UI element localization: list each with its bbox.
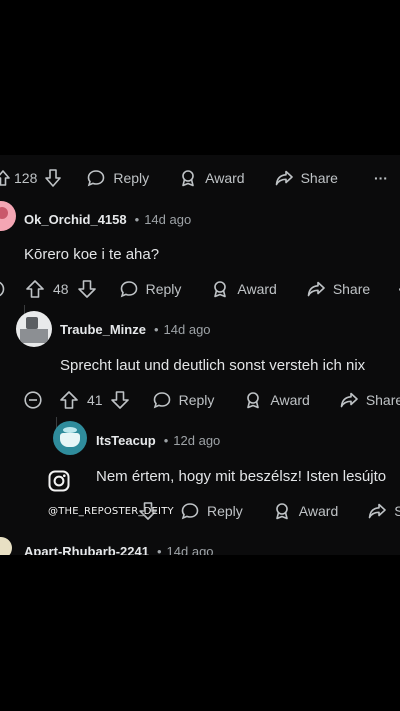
comment-actions: 48 Reply Award Share ··· <box>0 277 400 301</box>
dot-separator: • <box>153 321 159 337</box>
share-button[interactable]: Share <box>340 392 400 408</box>
watermark-handle: @THE_REPOSTER_DEITY <box>48 506 174 517</box>
award-label: Award <box>205 170 245 186</box>
comment-body: Sprecht laut und deutlich sonst versteh … <box>60 357 366 374</box>
upvote-button[interactable] <box>0 170 10 186</box>
collapse-icon <box>0 281 5 297</box>
comment-header: Apart-Rhubarb-2241 • 14d ago <box>24 539 214 556</box>
avatar[interactable] <box>53 421 87 455</box>
share-label: Share <box>365 392 400 408</box>
reply-button[interactable]: Reply <box>181 502 243 520</box>
award-button[interactable]: Award <box>211 280 277 298</box>
share-button[interactable]: Share <box>307 281 370 297</box>
award-button[interactable]: Award <box>273 502 338 520</box>
reply-button[interactable]: Reply <box>153 391 215 409</box>
award-button[interactable]: Award <box>179 169 245 187</box>
reply-button[interactable]: Reply <box>120 280 182 298</box>
comment-body: Nem értem, hogy mit beszélsz! Isten lesú… <box>96 468 387 485</box>
share-button[interactable]: S <box>368 503 400 519</box>
share-icon <box>307 281 325 297</box>
comment-body: Kōrero koe i te aha? <box>24 246 160 263</box>
award-icon <box>214 281 227 298</box>
avatar-figure <box>63 427 77 433</box>
award-icon <box>247 392 260 409</box>
username[interactable]: Traube_Minze <box>60 322 146 337</box>
avatar-figure <box>20 329 48 343</box>
downvote-icon <box>77 280 96 298</box>
award-label: Award <box>270 392 310 408</box>
collapse-button[interactable] <box>24 391 42 409</box>
upvote-button[interactable] <box>26 280 44 298</box>
collapse-icon <box>24 391 42 409</box>
downvote-icon <box>110 391 129 409</box>
comment-thread: 128 Reply Award Share ··· Ok_Orchid_4158… <box>0 155 400 555</box>
reply-button[interactable]: Reply <box>87 169 149 187</box>
score: 41 <box>87 392 103 408</box>
username[interactable]: ItsTeacup <box>96 433 156 448</box>
share-icon <box>275 170 293 186</box>
username[interactable]: Apart-Rhubarb-2241 <box>24 544 149 556</box>
downvote-button[interactable] <box>110 391 129 409</box>
downvote-button[interactable] <box>45 169 62 187</box>
top-action-row: 128 Reply Award Share ··· <box>0 166 388 190</box>
dot-separator: • <box>163 432 169 448</box>
upvote-icon <box>26 280 44 298</box>
timestamp: 14d ago <box>144 211 192 227</box>
comment-header: ItsTeacup • 12d ago <box>96 428 220 452</box>
award-label: Award <box>237 281 277 297</box>
share-icon <box>340 392 358 408</box>
share-icon <box>368 503 387 519</box>
timestamp: 12d ago <box>173 432 221 448</box>
reply-label: Reply <box>207 503 243 519</box>
reply-icon <box>88 170 105 187</box>
comment-actions: 41 Reply Award Share <box>0 388 400 412</box>
dot-separator: • <box>134 211 140 227</box>
score: 48 <box>53 281 69 297</box>
downvote-icon <box>45 169 62 187</box>
upvote-icon <box>60 391 78 409</box>
more-options-button[interactable]: ··· <box>374 170 388 186</box>
avatar-figure <box>0 207 8 219</box>
collapse-button[interactable] <box>0 280 8 298</box>
avatar-figure <box>26 317 38 329</box>
avatar[interactable] <box>0 201 16 231</box>
award-icon <box>182 170 194 187</box>
downvote-button[interactable] <box>77 280 96 298</box>
avatar[interactable] <box>16 311 52 347</box>
score: 128 <box>14 170 38 186</box>
reply-label: Reply <box>113 170 150 186</box>
reply-icon <box>120 281 137 298</box>
avatar[interactable] <box>0 537 12 555</box>
timestamp: 14d ago <box>166 543 214 556</box>
timestamp: 14d ago <box>163 321 211 337</box>
avatar-figure <box>60 433 80 447</box>
reply-icon <box>153 392 170 409</box>
dot-separator: • <box>156 543 162 556</box>
reply-label: Reply <box>178 392 215 408</box>
share-button[interactable]: Share <box>275 170 338 186</box>
upvote-button[interactable] <box>60 391 78 409</box>
reply-label: Reply <box>145 281 182 297</box>
award-label: Award <box>298 503 339 519</box>
username[interactable]: Ok_Orchid_4158 <box>24 212 127 227</box>
share-label: Share <box>332 281 371 297</box>
share-label: S <box>394 503 400 519</box>
award-button[interactable]: Award <box>244 391 310 409</box>
upvote-icon <box>0 170 10 186</box>
award-icon <box>275 503 288 520</box>
reply-icon <box>181 503 199 520</box>
share-label: Share <box>300 170 338 186</box>
comment-header: Ok_Orchid_4158 • 14d ago <box>24 207 191 231</box>
comment-header: Traube_Minze • 14d ago <box>60 317 211 341</box>
instagram-icon <box>48 470 70 497</box>
